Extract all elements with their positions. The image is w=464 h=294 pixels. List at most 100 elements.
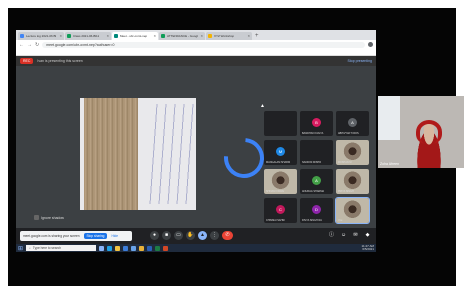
- excel-icon[interactable]: [155, 245, 161, 251]
- meet-stage: Ignore shadow ▲ B BANDHAVI KAVYA A ABHIVYA…: [16, 66, 376, 228]
- browser-tab[interactable]: Class 2021-06-Bl11 ✕: [65, 32, 111, 40]
- participant-avatar: D: [312, 205, 321, 214]
- captions-icon[interactable]: ▭: [174, 231, 183, 240]
- participant-tile[interactable]: D DIVYA SINGH RA: [300, 198, 333, 223]
- url-field[interactable]: meet.google.com/ubr-oxmt-nep?authuser=0: [42, 41, 365, 48]
- participant-tile[interactable]: [264, 111, 297, 136]
- mouse-cursor-icon: ▲: [260, 103, 265, 109]
- windows-taskbar: ⊞ ⌕ Type here to search 11:27 AM 6/5/2021: [16, 244, 376, 252]
- tab-close-icon[interactable]: ✕: [247, 34, 250, 38]
- participant-tile[interactable]: PRIYA SINGH: [336, 169, 369, 194]
- word-icon[interactable]: [147, 245, 153, 251]
- participant-name: MANGALAM SHARM: [266, 161, 291, 164]
- tab-favicon-icon: [161, 34, 165, 38]
- participant-name: ANURAG SHARMA: [302, 190, 325, 193]
- participant-tile[interactable]: A ANURAG SHARMA: [300, 169, 333, 194]
- browser-tab-active[interactable]: Meet - ubr-oxmt-nep ✕: [112, 32, 158, 40]
- tab-close-icon[interactable]: ✕: [59, 34, 62, 38]
- store-icon[interactable]: [123, 245, 129, 251]
- tab-favicon-icon: [20, 34, 24, 38]
- participant-tile[interactable]: NANDINI MISHR: [300, 140, 333, 165]
- tab-favicon-icon: [208, 34, 212, 38]
- reload-icon[interactable]: ↻: [35, 42, 39, 48]
- stop-presenting-link[interactable]: Stop presenting: [347, 59, 372, 63]
- screen-share-notice: meet.google.com is sharing your screen S…: [20, 231, 132, 241]
- participant-name: CHINMAI SAHNI: [266, 219, 285, 222]
- participant-tile[interactable]: C CHINMAI SAHNI: [264, 198, 297, 223]
- windows-start-icon[interactable]: ⊞: [18, 245, 23, 252]
- more-options-icon[interactable]: ⋮: [210, 231, 219, 240]
- participant-name: SHIVAM YADAV: [266, 190, 285, 193]
- browser-tab[interactable]: Lecture log 2021-06 Bl ✕: [18, 32, 64, 40]
- profile-avatar-icon[interactable]: [368, 42, 373, 47]
- tab-title: Lecture log 2021-06 Bl: [26, 34, 57, 38]
- edge-icon[interactable]: [107, 245, 113, 251]
- self-view-video: Zoha Afreen: [378, 96, 464, 168]
- call-controls: ● ■ ▭ ✋ ▲ ⋮ ✆: [150, 231, 233, 240]
- participant-avatar: B: [312, 118, 321, 127]
- meet-controls-bar: meet.google.com is sharing your screen S…: [16, 228, 376, 244]
- hide-button[interactable]: Hide: [111, 234, 118, 238]
- tab-title: Class 2021-06-Bl11: [73, 34, 100, 38]
- browser-tab[interactable]: ATTENDANCE - Google ✕: [159, 32, 205, 40]
- camera-icon[interactable]: ■: [162, 231, 171, 240]
- browser-tab[interactable]: XYZ Workshop ✕: [206, 32, 252, 40]
- taskbar-search[interactable]: ⌕ Type here to search: [26, 245, 97, 251]
- participant-name: PRIYA SINGH: [338, 190, 354, 193]
- participant-tile[interactable]: SHIVAM YADAV: [264, 169, 297, 194]
- side-controls: ⓘ ☺ ✉ ◆: [327, 231, 372, 240]
- presenter-name: Ignore shadow: [41, 215, 64, 220]
- chat-icon[interactable]: ✉: [351, 231, 360, 240]
- mic-icon[interactable]: ●: [150, 231, 159, 240]
- activities-icon[interactable]: ◆: [363, 231, 372, 240]
- participant-tile[interactable]: A ABHIVYAKTI ROS: [336, 111, 369, 136]
- info-icon[interactable]: ⓘ: [327, 231, 336, 240]
- tab-title: ATTENDANCE - Google: [167, 34, 199, 38]
- handwriting-image: [144, 104, 196, 204]
- presenting-info: Ivan is presenting this screen: [37, 59, 83, 63]
- file-explorer-icon[interactable]: [115, 245, 121, 251]
- new-tab-button[interactable]: +: [253, 32, 261, 40]
- people-icon[interactable]: ☺: [339, 231, 348, 240]
- tab-close-icon[interactable]: ✕: [106, 34, 109, 38]
- tab-title: Meet - ubr-oxmt-nep: [120, 34, 148, 38]
- self-view-name: Zoha Afreen: [380, 162, 400, 166]
- task-view-icon[interactable]: [99, 245, 105, 251]
- participant-tile[interactable]: M MANGALAM SHARM: [264, 140, 297, 165]
- presenter-label: Ignore shadow: [34, 215, 64, 220]
- clock-date: 6/5/2021: [362, 247, 374, 251]
- taskbar-search-placeholder: Type here to search: [32, 246, 61, 250]
- forward-icon[interactable]: →: [27, 42, 32, 48]
- share-notice-text: meet.google.com is sharing your screen: [23, 234, 80, 238]
- raise-hand-icon[interactable]: ✋: [186, 231, 195, 240]
- participant-tile[interactable]: ROSHAN M: [336, 140, 369, 165]
- participant-name: You: [338, 219, 343, 222]
- present-icon[interactable]: ▲: [198, 231, 207, 240]
- participant-name: DIVYA SINGH RA: [302, 219, 322, 222]
- participant-tile[interactable]: B BANDHAVI KAVYA: [300, 111, 333, 136]
- app-icon[interactable]: [163, 245, 169, 251]
- recording-badge: REC: [20, 58, 34, 64]
- chrome-icon[interactable]: [139, 245, 145, 251]
- background-window-image: [378, 96, 400, 140]
- present-thumbnail-icon: [34, 215, 39, 220]
- system-tray-clock[interactable]: 11:27 AM 6/5/2021: [362, 244, 374, 252]
- participant-avatar: M: [276, 147, 285, 156]
- back-icon[interactable]: ←: [19, 42, 24, 48]
- participant-name: ROSHAN M: [338, 161, 352, 164]
- participant-avatar: A: [348, 118, 357, 127]
- meet-top-bar: REC Ivan is presenting this screen Stop …: [16, 56, 376, 66]
- tab-title: XYZ Workshop: [214, 34, 235, 38]
- browser-tab-bar: Lecture log 2021-06 Bl ✕ Class 2021-06-Bl…: [16, 30, 376, 40]
- shared-screen: Lecture log 2021-06 Bl ✕ Class 2021-06-Bl…: [16, 30, 376, 244]
- tab-close-icon[interactable]: ✕: [200, 34, 203, 38]
- tab-close-icon[interactable]: ✕: [153, 34, 156, 38]
- search-icon: ⌕: [29, 246, 31, 250]
- mail-icon[interactable]: [131, 245, 137, 251]
- stop-sharing-button[interactable]: Stop sharing: [83, 233, 108, 239]
- tab-favicon-icon: [114, 34, 118, 38]
- participant-name: NANDINI MISHR: [302, 161, 322, 164]
- participant-tile-self[interactable]: You: [335, 197, 370, 224]
- hang-up-icon[interactable]: ✆: [222, 231, 233, 240]
- participant-avatar: A: [312, 176, 321, 185]
